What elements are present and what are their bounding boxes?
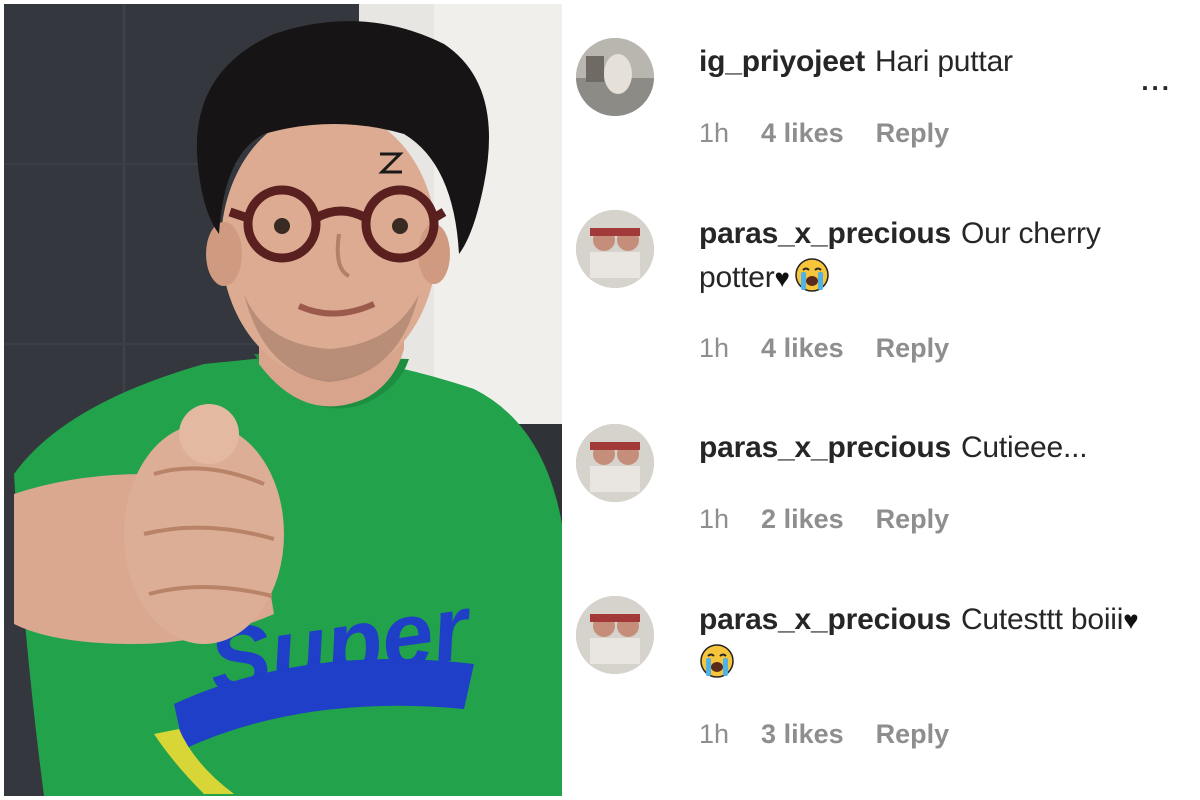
comment-body: paras_x_precious Our cherry potter♥ — [699, 212, 1190, 300]
comment-username[interactable]: paras_x_precious — [699, 603, 951, 636]
comment-likes[interactable]: 3 likes — [761, 719, 844, 750]
comment-likes[interactable]: 2 likes — [761, 504, 844, 535]
comment-time: 1h — [699, 719, 730, 749]
reply-button[interactable]: Reply — [876, 333, 950, 364]
comment-body: paras_x_precious Cutieee... — [699, 426, 1190, 470]
comment-text: Hari puttar — [874, 45, 1013, 78]
avatar-image — [576, 596, 654, 674]
crying-face-emoji-icon — [795, 258, 829, 292]
avatar[interactable] — [576, 596, 654, 674]
avatar[interactable] — [576, 424, 654, 502]
avatar-image — [576, 210, 654, 288]
avatar-image — [576, 424, 654, 502]
comments-panel: ig_priyojeet Hari puttar ... 1h 4 likes R… — [562, 0, 1200, 800]
comment-time: 1h — [699, 118, 730, 148]
comment-time: 1h — [699, 504, 730, 534]
comment-username[interactable]: paras_x_precious — [699, 217, 951, 250]
comment-time: 1h — [699, 333, 730, 363]
comment-text: Cutesttt boiii — [960, 603, 1124, 636]
more-options-icon[interactable]: ... — [1141, 66, 1172, 97]
avatar[interactable] — [576, 210, 654, 288]
comment-username[interactable]: ig_priyojeet — [699, 45, 865, 78]
post-photo: Super — [4, 4, 562, 796]
reply-button[interactable]: Reply — [876, 719, 950, 750]
comment-meta: 1h 3 likes Reply — [699, 719, 949, 750]
reply-button[interactable]: Reply — [876, 118, 950, 149]
comment-meta: 1h 4 likes Reply — [699, 118, 949, 149]
comment-likes[interactable]: 4 likes — [761, 333, 844, 364]
crying-face-emoji-icon — [700, 644, 734, 678]
comment-username[interactable]: paras_x_precious — [699, 431, 951, 464]
heart-icon: ♥ — [1123, 605, 1139, 635]
comment-meta: 1h 2 likes Reply — [699, 504, 949, 535]
comment-meta: 1h 4 likes Reply — [699, 333, 949, 364]
photo-illustration: Super — [4, 4, 562, 796]
heart-icon: ♥ — [774, 263, 790, 293]
avatar-image — [576, 38, 654, 116]
comment-text: Cutieee... — [960, 431, 1088, 464]
comment-likes[interactable]: 4 likes — [761, 118, 844, 149]
comment-body: paras_x_precious Cutesttt boiii♥ — [699, 598, 1190, 686]
avatar[interactable] — [576, 38, 654, 116]
reply-button[interactable]: Reply — [876, 504, 950, 535]
comment-body: ig_priyojeet Hari puttar — [699, 40, 1190, 84]
